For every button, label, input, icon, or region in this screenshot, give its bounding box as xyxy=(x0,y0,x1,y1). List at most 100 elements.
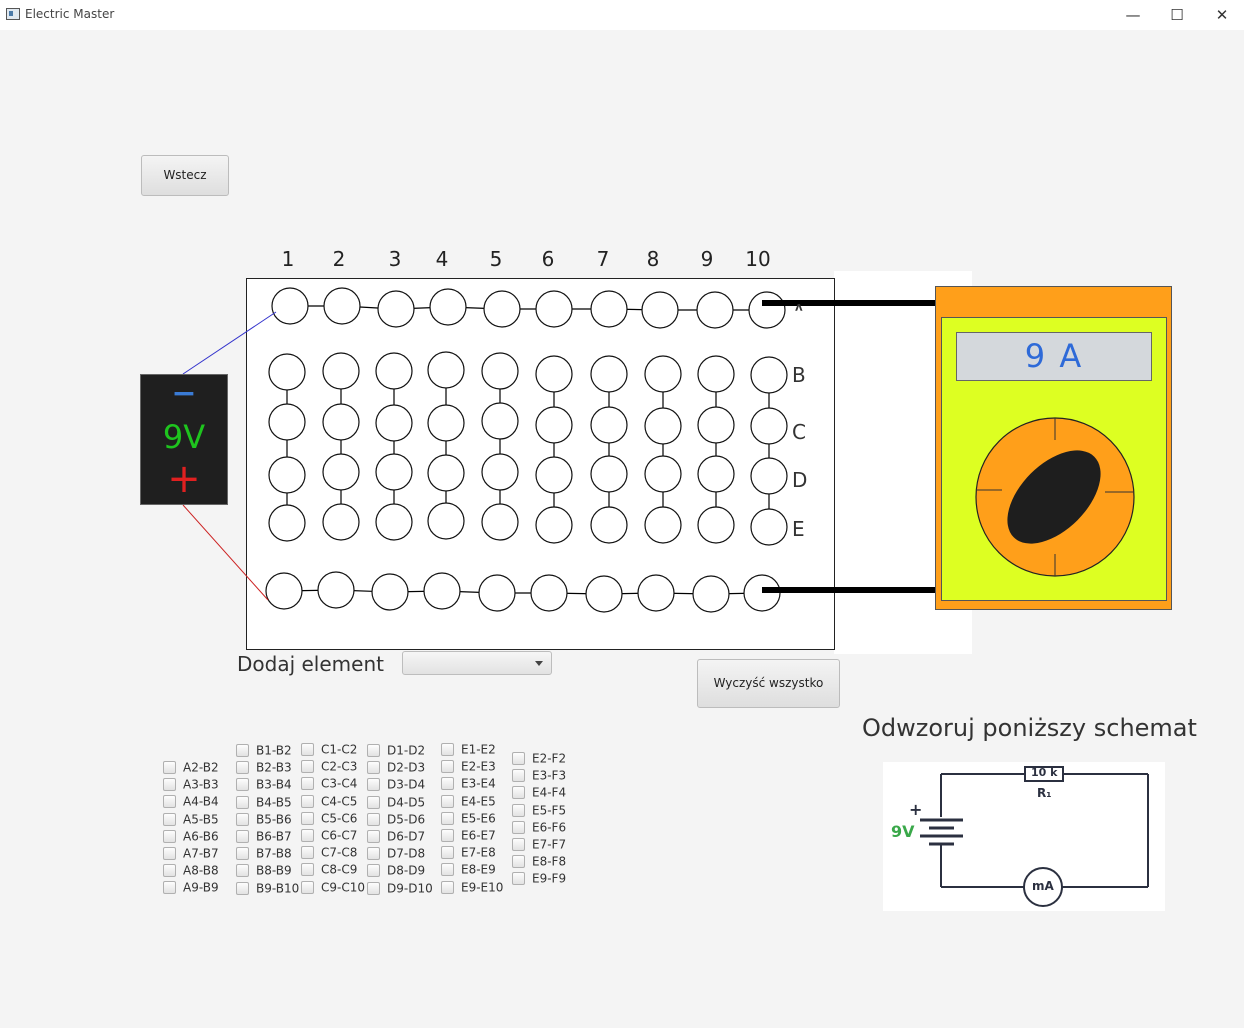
checkbox-box[interactable] xyxy=(163,881,176,895)
checkbox-box[interactable] xyxy=(163,864,176,878)
checkbox-box[interactable] xyxy=(236,744,249,757)
checkbox-box[interactable] xyxy=(367,881,380,895)
breadboard-hole[interactable] xyxy=(375,503,413,541)
breadboard-hole[interactable] xyxy=(585,575,623,613)
checkbox-box[interactable] xyxy=(163,847,176,860)
checkbox-box[interactable] xyxy=(441,880,454,894)
connection-checkbox[interactable]: D7-D8 xyxy=(367,846,425,861)
checkbox-box[interactable] xyxy=(367,864,380,878)
checkbox-box[interactable] xyxy=(301,743,314,756)
connection-checkbox[interactable]: E9-F9 xyxy=(512,871,566,886)
checkbox-box[interactable] xyxy=(512,752,525,765)
breadboard-hole[interactable] xyxy=(377,290,415,328)
checkbox-box[interactable] xyxy=(301,811,314,825)
checkbox-box[interactable] xyxy=(512,786,525,800)
breadboard-hole[interactable] xyxy=(271,287,309,325)
connection-checkbox[interactable]: D4-D5 xyxy=(367,795,425,810)
checkbox-box[interactable] xyxy=(441,863,454,877)
connection-checkbox[interactable]: E3-F3 xyxy=(512,768,566,783)
breadboard-hole[interactable] xyxy=(483,290,521,328)
checkbox-box[interactable] xyxy=(236,864,249,878)
breadboard-hole[interactable] xyxy=(323,287,361,325)
breadboard-hole[interactable] xyxy=(590,406,628,444)
connection-checkbox[interactable]: E3-E4 xyxy=(441,776,496,791)
connection-checkbox[interactable]: D2-D3 xyxy=(367,760,425,775)
connection-checkbox[interactable]: D9-D10 xyxy=(367,881,433,896)
checkbox-box[interactable] xyxy=(301,846,314,860)
checkbox-box[interactable] xyxy=(512,820,525,834)
checkbox-box[interactable] xyxy=(512,769,525,783)
checkbox-box[interactable] xyxy=(367,761,380,775)
checkbox-box[interactable] xyxy=(367,744,380,757)
connection-checkbox[interactable]: B7-B8 xyxy=(236,846,292,861)
checkbox-box[interactable] xyxy=(441,846,454,860)
breadboard-hole[interactable] xyxy=(590,355,628,393)
breadboard-hole[interactable] xyxy=(637,574,675,612)
breadboard-hole[interactable] xyxy=(427,404,465,442)
breadboard-hole[interactable] xyxy=(268,403,306,441)
connection-checkbox[interactable]: C8-C9 xyxy=(301,862,357,877)
connection-checkbox[interactable]: D3-D4 xyxy=(367,777,425,792)
breadboard-hole[interactable] xyxy=(535,355,573,393)
checkbox-box[interactable] xyxy=(367,847,380,861)
breadboard-hole[interactable] xyxy=(697,506,735,544)
breadboard-hole[interactable] xyxy=(268,504,306,542)
breadboard-hole[interactable] xyxy=(481,402,519,440)
checkbox-box[interactable] xyxy=(367,830,380,843)
connection-checkbox[interactable]: E4-F4 xyxy=(512,785,566,800)
checkbox-box[interactable] xyxy=(163,761,176,774)
breadboard-hole[interactable] xyxy=(375,453,413,491)
connection-checkbox[interactable]: E6-E7 xyxy=(441,828,496,843)
checkbox-box[interactable] xyxy=(441,794,454,808)
breadboard-hole[interactable] xyxy=(696,291,734,329)
breadboard-hole[interactable] xyxy=(481,453,519,491)
breadboard-hole[interactable] xyxy=(371,573,409,611)
breadboard-hole[interactable] xyxy=(427,454,465,492)
connection-checkbox[interactable]: C1-C2 xyxy=(301,742,357,757)
connection-checkbox[interactable]: E8-F8 xyxy=(512,854,566,869)
breadboard-hole[interactable] xyxy=(317,571,355,609)
breadboard-hole[interactable] xyxy=(750,407,788,445)
connection-checkbox[interactable]: E2-E3 xyxy=(441,759,496,774)
connection-checkbox[interactable]: E2-F2 xyxy=(512,751,566,766)
checkbox-box[interactable] xyxy=(301,829,314,842)
clear-all-button[interactable]: Wyczyść wszystko xyxy=(697,659,840,708)
connection-checkbox[interactable]: D1-D2 xyxy=(367,743,425,758)
breadboard-hole[interactable] xyxy=(590,506,628,544)
checkbox-box[interactable] xyxy=(441,743,454,756)
breadboard-hole[interactable] xyxy=(423,572,461,610)
checkbox-box[interactable] xyxy=(441,760,454,774)
checkbox-box[interactable] xyxy=(236,795,249,809)
connection-checkbox[interactable]: D8-D9 xyxy=(367,863,425,878)
add-element-select[interactable] xyxy=(402,651,552,675)
breadboard-hole[interactable] xyxy=(590,455,628,493)
checkbox-box[interactable] xyxy=(512,855,525,869)
breadboard-hole[interactable] xyxy=(748,291,786,329)
breadboard-hole[interactable] xyxy=(644,355,682,393)
breadboard-hole[interactable] xyxy=(535,506,573,544)
breadboard-hole[interactable] xyxy=(750,508,788,546)
checkbox-box[interactable] xyxy=(163,778,176,792)
connection-checkbox[interactable]: A6-B6 xyxy=(163,829,219,844)
connection-checkbox[interactable]: E4-E5 xyxy=(441,794,496,809)
checkbox-box[interactable] xyxy=(301,794,314,808)
breadboard-hole[interactable] xyxy=(644,455,682,493)
breadboard-hole[interactable] xyxy=(481,352,519,390)
connection-checkbox[interactable]: E9-E10 xyxy=(441,880,503,895)
connection-checkbox[interactable]: A4-B4 xyxy=(163,794,219,809)
connection-checkbox[interactable]: D5-D6 xyxy=(367,812,425,827)
connection-checkbox[interactable]: D6-D7 xyxy=(367,829,425,844)
breadboard-hole[interactable] xyxy=(697,455,735,493)
checkbox-box[interactable] xyxy=(367,812,380,826)
multimeter-dial[interactable] xyxy=(970,412,1140,582)
connection-checkbox[interactable]: A7-B7 xyxy=(163,846,219,861)
connection-checkbox[interactable]: E6-F6 xyxy=(512,820,566,835)
connection-checkbox[interactable]: B9-B10 xyxy=(236,881,299,896)
checkbox-box[interactable] xyxy=(512,803,525,817)
breadboard-hole[interactable] xyxy=(697,355,735,393)
checkbox-box[interactable] xyxy=(441,829,454,842)
breadboard-hole[interactable] xyxy=(429,288,467,326)
checkbox-box[interactable] xyxy=(236,761,249,775)
breadboard-hole[interactable] xyxy=(375,404,413,442)
checkbox-box[interactable] xyxy=(367,778,380,792)
